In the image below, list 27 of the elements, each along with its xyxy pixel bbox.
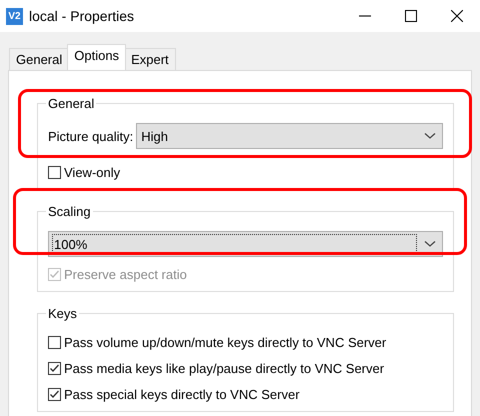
checkbox-label: Pass volume up/down/mute keys directly to VNC Server [64, 334, 386, 350]
checkbox-label: View-only [64, 164, 120, 180]
dropdown[interactable]: High [136, 123, 443, 149]
checkbox-label: Pass media keys like play/pause directly to VNC Server [64, 360, 384, 376]
app-icon: V2 [6, 8, 23, 24]
close-icon [451, 10, 463, 22]
group-title: Keys [47, 306, 78, 321]
checkbox[interactable] [48, 336, 61, 348]
field-label: Picture quality: [48, 128, 134, 144]
checkbox[interactable] [48, 166, 61, 178]
tab[interactable]: General [9, 48, 70, 70]
checkbox-label: Preserve aspect ratio [64, 266, 187, 282]
maximize-icon [405, 10, 417, 22]
window-title: local - Properties [29, 8, 136, 24]
checkbox[interactable] [48, 362, 61, 374]
checkbox[interactable] [48, 388, 61, 400]
group-title: Scaling [47, 204, 92, 219]
minimize-icon [359, 15, 371, 17]
checkbox-label: Pass special keys directly to VNC Server [64, 386, 300, 402]
checkmark-icon [49, 268, 60, 280]
tab[interactable]: Expert [124, 48, 176, 70]
group-title: General [47, 96, 96, 111]
tab[interactable]: Options [67, 44, 126, 70]
chevron-down-icon [424, 240, 436, 248]
checkmark-icon [49, 362, 60, 374]
chevron-down-icon [424, 132, 436, 140]
checkmark-icon [49, 388, 60, 400]
